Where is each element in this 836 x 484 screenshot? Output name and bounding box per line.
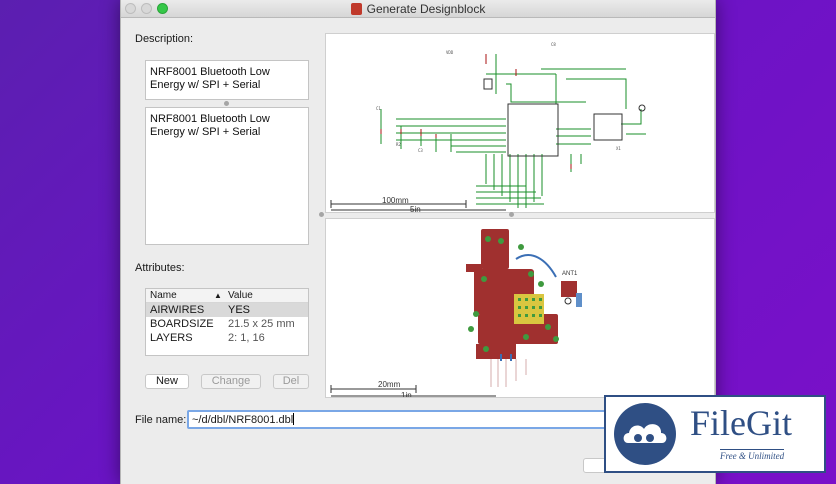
attributes-label: Attributes: (135, 262, 185, 274)
svg-text:C8: C8 (551, 42, 556, 47)
filegit-name: FileGit (690, 403, 793, 443)
svg-text:R2: R2 (396, 142, 401, 147)
eagle-app-icon (350, 3, 362, 15)
description-details-field[interactable]: NRF8001 Bluetooth Low Energy w/ SPI + Se… (145, 107, 309, 245)
svg-text:C1: C1 (376, 106, 381, 111)
filegit-logo-icon (614, 403, 676, 465)
attribute-value: 21.5 x 25 mm (228, 318, 295, 330)
schematic-scale-imperial: 5in (410, 205, 421, 213)
attribute-value: 2: 1, 16 (228, 332, 265, 344)
board-drawing: ANT1 20mm 1in (330, 229, 582, 398)
board-preview[interactable]: ANT1 20mm 1in (325, 218, 715, 398)
attribute-row[interactable]: AIRWIRES YES (146, 303, 308, 317)
window-title: Generate Designblock (366, 2, 486, 16)
antenna-label: ANT1 (562, 271, 578, 277)
attribute-row[interactable]: LAYERS 2: 1, 16 (146, 331, 308, 345)
attributes-table-header: Name ▲ Value (146, 289, 308, 303)
attribute-name: AIRWIRES (150, 304, 205, 316)
svg-text:VDD: VDD (446, 50, 454, 55)
schematic-scale-metric: 100mm (382, 196, 409, 205)
column-header-name[interactable]: Name (150, 290, 177, 301)
attributes-table[interactable]: Name ▲ Value AIRWIRES YES BOARDSIZE 21.5… (145, 288, 309, 356)
svg-text:C3: C3 (418, 148, 423, 153)
description-label: Description: (135, 33, 194, 45)
schematic-drawing: C1 R2 C3 VDD C8 X1 100mm 5in (330, 42, 646, 213)
filegit-watermark: FileGit Free & Unlimited (604, 395, 826, 473)
file-name-value: ~/d/dbl/NRF8001.dbl (192, 414, 294, 426)
attribute-name: LAYERS (150, 332, 193, 344)
file-name-input[interactable]: ~/d/dbl/NRF8001.dbl (187, 410, 607, 429)
window-title-wrap: Generate Designblock (121, 2, 715, 16)
description-summary-field[interactable]: NRF8001 Bluetooth Low Energy w/ SPI + Se… (145, 60, 309, 100)
sort-ascending-icon: ▲ (214, 291, 222, 300)
board-scale-metric: 20mm (378, 380, 401, 389)
preview-splitter-handle[interactable] (509, 212, 514, 217)
new-attribute-button[interactable]: New (145, 374, 189, 389)
board-scale-imperial: 1in (401, 391, 412, 398)
attribute-row[interactable]: BOARDSIZE 21.5 x 25 mm (146, 317, 308, 331)
cloud-icon (623, 424, 667, 443)
titlebar: Generate Designblock (121, 0, 715, 18)
delete-attribute-button[interactable]: Del (273, 374, 309, 389)
attribute-name: BOARDSIZE (150, 318, 214, 330)
filegit-tagline: Free & Unlimited (720, 449, 785, 461)
text-cursor (293, 413, 295, 425)
attribute-value: YES (228, 304, 251, 316)
change-attribute-button[interactable]: Change (201, 374, 261, 389)
file-name-label: File name: (135, 414, 187, 426)
description-splitter-handle[interactable] (224, 101, 229, 106)
preview-splitter-left[interactable] (319, 212, 324, 217)
schematic-preview[interactable]: C1 R2 C3 VDD C8 X1 100mm 5in (325, 33, 715, 213)
svg-text:X1: X1 (616, 146, 621, 151)
column-header-value[interactable]: Value (228, 290, 253, 301)
